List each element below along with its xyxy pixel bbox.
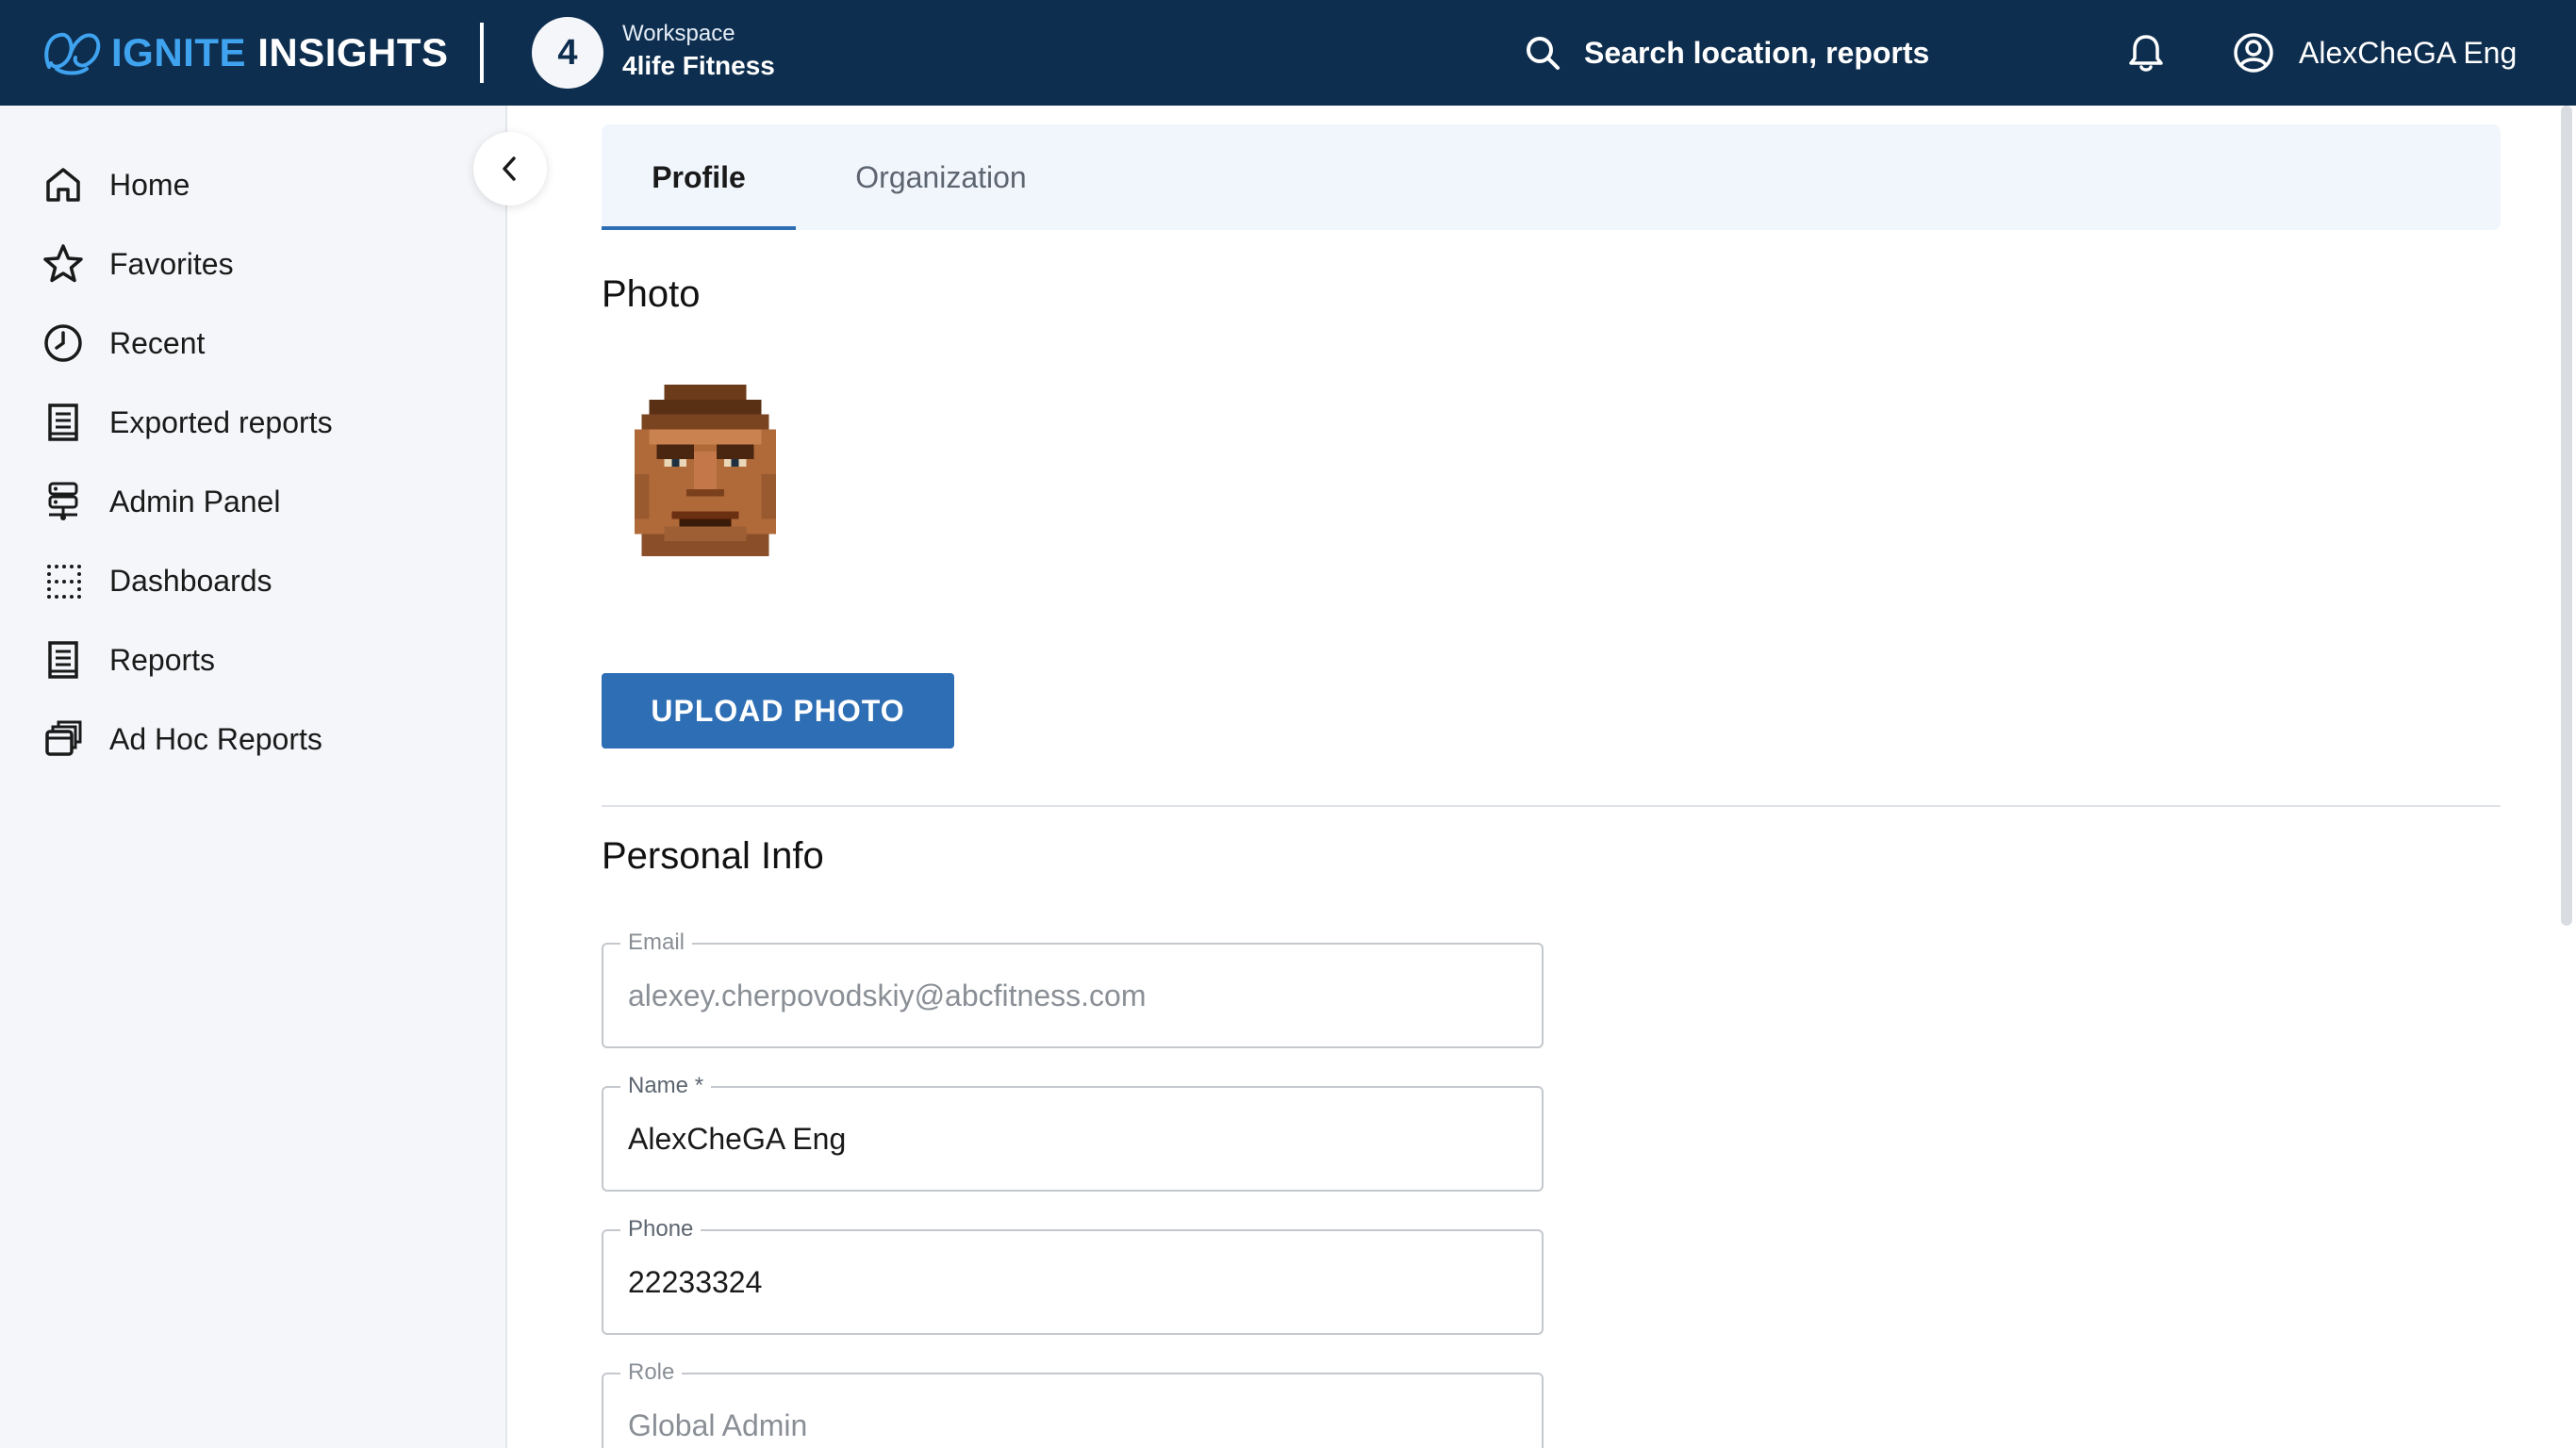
workspace-name[interactable]: 4life Fitness xyxy=(622,51,775,81)
chevron-left-icon xyxy=(503,156,516,181)
logo-text: IGNITE INSIGHTS xyxy=(111,30,449,75)
star-icon xyxy=(43,244,83,283)
sidebar-item-reports[interactable]: Reports xyxy=(41,632,215,688)
tab-profile[interactable]: Profile xyxy=(602,124,796,230)
upload-photo-button[interactable]: UPLOAD PHOTO xyxy=(602,673,954,749)
photo-section-title: Photo xyxy=(602,273,701,315)
bell-icon[interactable] xyxy=(2125,32,2167,74)
logo-icon xyxy=(44,32,101,75)
sidebar-item-label: Dashboards xyxy=(109,563,272,598)
search-box[interactable]: Search location, reports xyxy=(1524,28,1929,77)
role-field[interactable]: Role Global Admin xyxy=(602,1359,1544,1448)
clock-icon xyxy=(44,324,82,362)
sidebar-item-home[interactable]: Home xyxy=(41,156,190,213)
profile-photo xyxy=(634,385,777,556)
tab-organization[interactable]: Organization xyxy=(837,124,1045,230)
home-icon xyxy=(46,168,80,202)
workspace-label: Workspace xyxy=(622,21,735,46)
workspace-badge[interactable]: 4 xyxy=(532,17,603,89)
page-scrollbar[interactable] xyxy=(2561,106,2572,926)
profile-tabs: Profile Organization xyxy=(602,124,2501,230)
sidebar: Home Favorites Recent Exported reports A… xyxy=(0,106,507,1448)
name-field[interactable]: Name * AlexCheGA Eng xyxy=(602,1073,1544,1192)
user-name[interactable]: AlexCheGA Eng xyxy=(2299,36,2517,71)
sidebar-item-label: Home xyxy=(109,167,190,202)
sidebar-item-label: Admin Panel xyxy=(109,484,281,518)
receipt-icon xyxy=(48,403,78,441)
logo-text-insights: INSIGHTS xyxy=(257,30,449,74)
admin-server-icon xyxy=(48,482,78,520)
search-icon xyxy=(1527,37,1560,70)
topbar-divider xyxy=(480,23,484,83)
sidebar-item-exported-reports[interactable]: Exported reports xyxy=(41,394,333,451)
sidebar-collapse-button[interactable] xyxy=(473,132,547,206)
phone-field-value[interactable]: 22233324 xyxy=(628,1231,1514,1333)
sidebar-item-label: Ad Hoc Reports xyxy=(109,721,322,756)
logo-text-ignite: IGNITE xyxy=(111,30,247,74)
sidebar-item-label: Recent xyxy=(109,325,206,360)
search-placeholder[interactable]: Search location, reports xyxy=(1584,36,1929,71)
app-logo[interactable]: IGNITE INSIGHTS xyxy=(41,21,449,85)
user-menu[interactable]: AlexCheGA Eng xyxy=(2233,28,2517,77)
sidebar-item-favorites[interactable]: Favorites xyxy=(41,236,234,292)
sidebar-item-ad-hoc-reports[interactable]: Ad Hoc Reports xyxy=(41,711,322,767)
email-field-value[interactable]: alexey.cherpovodskiy@abcfitness.com xyxy=(628,945,1514,1046)
sidebar-item-dashboards[interactable]: Dashboards xyxy=(41,552,272,609)
sidebar-item-label: Favorites xyxy=(109,246,234,281)
role-field-value[interactable]: Global Admin xyxy=(628,1374,1514,1448)
top-bar: IGNITE INSIGHTS 4 Workspace 4life Fitnes… xyxy=(0,0,2576,106)
sidebar-item-admin-panel[interactable]: Admin Panel xyxy=(41,473,280,530)
phone-field[interactable]: Phone 22233324 xyxy=(602,1216,1544,1335)
dots-grid-icon xyxy=(47,565,81,599)
name-field-value[interactable]: AlexCheGA Eng xyxy=(628,1088,1514,1190)
email-field[interactable]: Email alexey.cherpovodskiy@abcfitness.co… xyxy=(602,930,1544,1048)
stacked-cards-icon xyxy=(45,720,82,756)
personal-info-title: Personal Info xyxy=(602,835,824,877)
user-avatar-icon xyxy=(2234,33,2273,73)
sidebar-item-label: Exported reports xyxy=(109,404,333,439)
report-icon xyxy=(48,641,78,679)
section-divider xyxy=(602,805,2501,807)
sidebar-item-label: Reports xyxy=(109,642,216,677)
sidebar-item-recent[interactable]: Recent xyxy=(41,315,205,371)
